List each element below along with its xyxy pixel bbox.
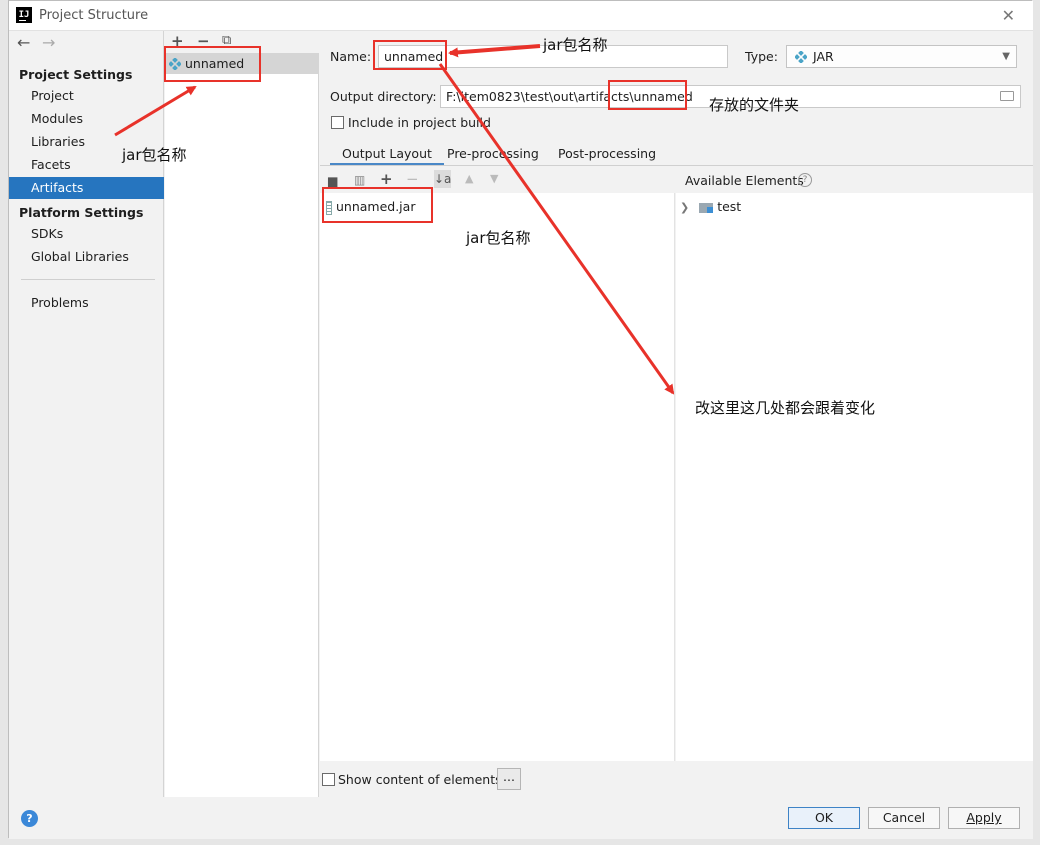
annotation-jar-name-left: jar包名称 [122, 146, 187, 164]
annotation-change-note: 改这里这几处都会跟着变化 [695, 399, 876, 417]
annotation-jar-name-top: jar包名称 [543, 36, 608, 54]
annotation-jar-name-layout: jar包名称 [466, 229, 531, 247]
arrow-to-name-field [448, 44, 541, 58]
annotation-folder: 存放的文件夹 [709, 96, 800, 114]
annotation-arrows [114, 44, 675, 395]
arrow-to-artifact [114, 85, 197, 137]
